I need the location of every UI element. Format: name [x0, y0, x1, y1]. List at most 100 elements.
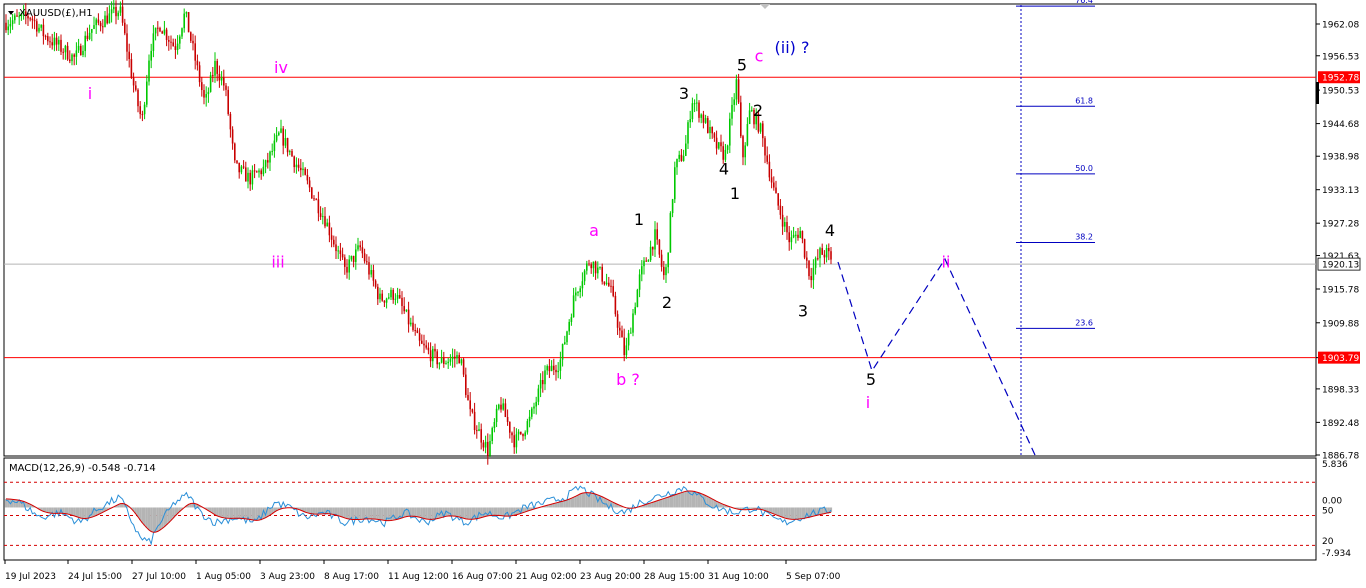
candle-body [511, 432, 513, 436]
candle-body [256, 171, 258, 173]
macd-tick-label: 50 [1322, 506, 1334, 516]
candle-body [394, 298, 397, 300]
axis-scroll-marker[interactable] [1316, 82, 1319, 104]
candle-body [284, 138, 287, 146]
candle-body [456, 355, 458, 359]
wave-label: 4 [719, 159, 729, 178]
chart-title: XAUUSD(£),H1 [19, 8, 93, 19]
chart-canvas: 76.461.850.038.223.6 iiviiiab ?1235 c (ii)… [3, 0, 1361, 582]
wave-label: 5 [737, 55, 747, 74]
candle-body [214, 60, 216, 76]
candle-body [601, 266, 603, 282]
candle-body [97, 19, 100, 23]
candle-body [451, 356, 454, 360]
candle-body [361, 247, 364, 254]
macd-tick-label: 20 [1322, 537, 1334, 547]
candle-body [502, 403, 504, 410]
candle-body [634, 307, 636, 314]
candle-body [513, 435, 515, 448]
candle-body [108, 13, 111, 24]
candle-body [616, 314, 619, 328]
candle-body [746, 124, 749, 146]
fib-level-label: 38.2 [1075, 233, 1093, 242]
candle-body [696, 102, 698, 104]
candle-body [566, 331, 568, 343]
candle-body [148, 60, 150, 82]
candle-body [141, 114, 144, 116]
price-tick-label: 1909.88 [1322, 319, 1359, 329]
candle-body [168, 39, 170, 42]
macd-tick-label: 0.00 [1322, 496, 1342, 506]
candle-body [480, 429, 482, 443]
candle-body [533, 406, 535, 409]
candle-body [192, 40, 194, 44]
wave-label: i [866, 393, 870, 412]
candle-body [330, 235, 333, 240]
candle-body [348, 259, 350, 273]
candle-body [740, 102, 742, 137]
price-tick-label: 1938.98 [1322, 153, 1359, 163]
candle-body [223, 77, 225, 86]
candle-body [579, 288, 581, 293]
candle-body [227, 89, 229, 115]
candle-body [194, 43, 196, 61]
candle-body [139, 106, 141, 115]
candle-body [641, 266, 643, 275]
candle-body [674, 167, 676, 200]
candle-body [143, 104, 146, 115]
candle-body [652, 246, 654, 250]
candle-body [425, 345, 427, 348]
candle-body [289, 151, 291, 153]
candle-body [212, 75, 214, 77]
candle-body [95, 19, 97, 26]
candle-body [803, 239, 806, 258]
fib-level-label: 61.8 [1075, 96, 1093, 105]
candle-body [825, 247, 828, 258]
candle-body [421, 340, 423, 344]
macd-tick-label: -7.934 [1322, 549, 1351, 559]
candle-body [678, 154, 680, 159]
candle-body [830, 251, 832, 260]
candle-body [476, 430, 478, 432]
candle-body [269, 151, 271, 163]
candle-body [599, 266, 601, 268]
candle-body [80, 45, 82, 56]
candle-body [286, 138, 289, 153]
candle-body [117, 12, 119, 17]
candle-body [42, 24, 45, 37]
candle-body [370, 270, 372, 275]
candle-body [665, 267, 667, 276]
candle-body [713, 133, 716, 138]
candle-body [102, 26, 104, 28]
candle-body [645, 260, 647, 262]
candle-body [190, 32, 192, 41]
candle-body [682, 155, 685, 161]
candle-body [440, 357, 443, 363]
time-tick-label: 24 Jul 15:00 [68, 572, 122, 582]
candle-body [183, 13, 185, 29]
candle-body [322, 216, 324, 218]
candle-body [5, 22, 7, 31]
candle-body [509, 421, 511, 433]
candle-body [724, 149, 727, 160]
candle-body [152, 33, 155, 51]
candle-body [632, 313, 634, 333]
candle-body [553, 365, 555, 370]
candle-body [267, 160, 269, 163]
candle-body [528, 416, 531, 422]
candle-body [482, 442, 485, 448]
candle-body [262, 166, 265, 175]
candle-body [363, 253, 366, 262]
price-tick-label: 1962.08 [1322, 21, 1359, 31]
candle-body [649, 246, 652, 261]
candle-body [773, 182, 775, 188]
candle-body [126, 33, 128, 52]
candle-body [238, 162, 240, 173]
wave-label: iii [271, 253, 284, 272]
candle-body [273, 140, 276, 152]
candle-body [680, 154, 683, 161]
candle-body [75, 50, 78, 57]
wave-label: ii [942, 253, 951, 272]
candle-body [627, 333, 630, 346]
candle-body [205, 94, 207, 98]
